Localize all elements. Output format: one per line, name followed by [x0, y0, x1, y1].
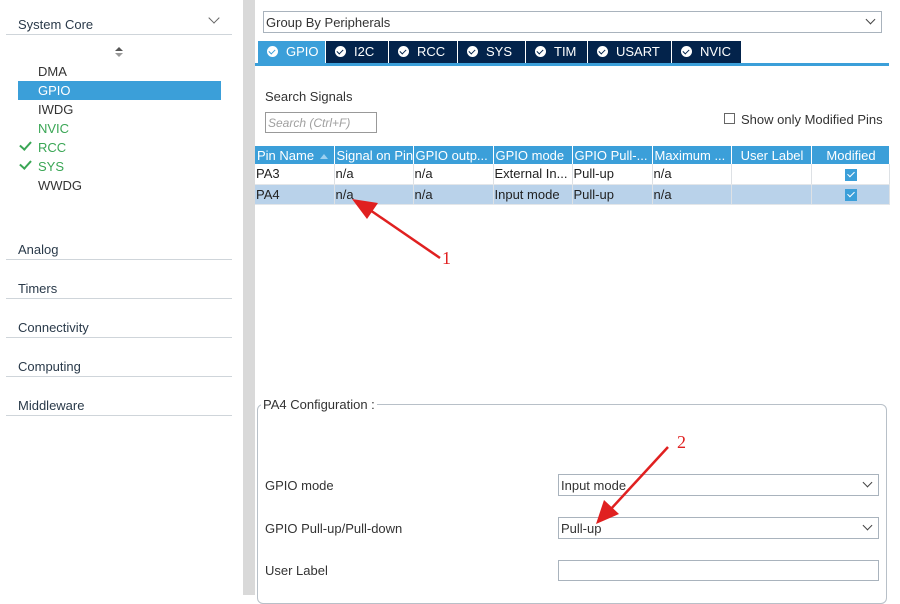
check-circle-icon [597, 46, 608, 57]
table-header-row: Pin Name Signal on Pin GPIO outp... GPIO… [255, 146, 890, 164]
check-circle-icon [267, 46, 278, 57]
category-connectivity[interactable]: Connectivity [6, 312, 271, 338]
sort-ascending-icon [320, 153, 329, 159]
modified-checkbox[interactable] [844, 189, 857, 202]
category-system-core[interactable]: System Core [6, 9, 232, 35]
tab-gpio[interactable]: GPIO [258, 41, 326, 63]
tree-item-rcc[interactable]: RCC [18, 138, 221, 157]
annotation-label-1: 1 [442, 248, 451, 268]
modified-checkbox[interactable] [844, 168, 857, 181]
column-header-gpio-pull[interactable]: GPIO Pull-... [572, 146, 653, 164]
check-circle-icon [681, 46, 692, 57]
category-timers[interactable]: Timers [6, 273, 271, 299]
check-icon [19, 157, 32, 170]
pin-table: Pin Name Signal on Pin GPIO outp... GPIO… [255, 146, 890, 205]
tree-item-gpio[interactable]: GPIO [18, 81, 221, 100]
pin-configuration-legend: PA4 Configuration : [261, 397, 377, 412]
column-header-user-label[interactable]: User Label [731, 146, 812, 164]
tab-nvic[interactable]: NVIC [672, 41, 742, 63]
table-row-selected[interactable]: PA4 n/a n/a Input mode Pull-up n/a [255, 184, 890, 205]
column-header-pin-name[interactable]: Pin Name [255, 146, 335, 164]
chevron-down-icon[interactable] [208, 12, 220, 24]
check-circle-icon [335, 46, 346, 57]
category-label: System Core [18, 17, 94, 32]
check-circle-icon [398, 46, 409, 57]
tab-sys[interactable]: SYS [458, 41, 526, 63]
table-row[interactable]: PA3 n/a n/a External In... Pull-up n/a [255, 164, 890, 185]
tab-i2c[interactable]: I2C [326, 41, 389, 63]
chevron-down-icon [862, 477, 873, 488]
chevron-down-icon [865, 14, 876, 25]
check-circle-icon [467, 46, 478, 57]
column-header-gpio-mode[interactable]: GPIO mode [493, 146, 573, 164]
user-label-label: User Label [265, 563, 328, 578]
panel-splitter[interactable] [243, 0, 255, 595]
tree-item-dma[interactable]: DMA [18, 62, 221, 81]
column-header-signal[interactable]: Signal on Pin [334, 146, 414, 164]
tree-item-iwdg[interactable]: IWDG [18, 100, 221, 119]
gpio-pull-label: GPIO Pull-up/Pull-down [265, 521, 403, 536]
column-header-maximum[interactable]: Maximum ... [652, 146, 732, 164]
check-circle-icon [535, 46, 546, 57]
search-input[interactable] [265, 112, 377, 133]
category-middleware[interactable]: Middleware [6, 390, 271, 416]
gpio-pull-select[interactable]: Pull-up [558, 517, 879, 539]
tree-item-nvic[interactable]: NVIC [18, 119, 221, 138]
gpio-mode-label: GPIO mode [265, 478, 334, 493]
gpio-configuration-panel: Group By Peripherals GPIO I2C RCC SYS TI… [255, 0, 900, 604]
tab-rcc[interactable]: RCC [389, 41, 458, 63]
category-computing[interactable]: Computing [6, 351, 271, 377]
user-label-input[interactable] [558, 560, 879, 581]
tree-item-wwdg[interactable]: WWDG [18, 176, 221, 195]
sort-icon[interactable] [115, 47, 123, 59]
peripheral-tree-panel: System Core DMA GPIO IWDG NVIC RCC SYS W… [0, 0, 271, 595]
checkbox-box[interactable] [724, 113, 735, 124]
search-signals-label: Search Signals [265, 89, 353, 104]
column-header-modified[interactable]: Modified [811, 146, 890, 164]
tab-underline [255, 63, 889, 66]
tab-usart[interactable]: USART [588, 41, 672, 63]
check-icon [19, 138, 32, 151]
annotation-label-2: 2 [677, 432, 686, 452]
group-by-select[interactable]: Group By Peripherals [263, 11, 882, 33]
gpio-mode-select[interactable]: Input mode [558, 474, 879, 496]
tab-tim[interactable]: TIM [526, 41, 588, 63]
column-header-gpio-output[interactable]: GPIO outp... [413, 146, 494, 164]
chevron-down-icon [862, 520, 873, 531]
tree-item-sys[interactable]: SYS [18, 157, 221, 176]
category-analog[interactable]: Analog [6, 234, 271, 260]
